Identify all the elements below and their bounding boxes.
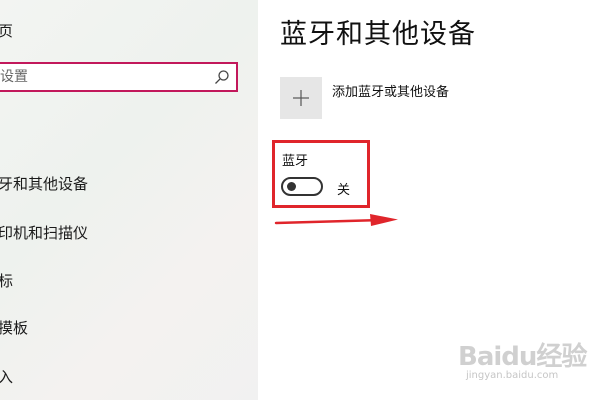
bluetooth-state-label: 关 [337,183,351,198]
red-arrow-annotation [274,214,398,226]
bluetooth-toggle[interactable] [281,177,323,196]
sidebar-item-touchpad[interactable]: 摸板 [0,317,28,338]
add-device-button[interactable]: 添加蓝牙或其他设备 [280,77,449,119]
sidebar-item-input[interactable]: 入 [0,366,13,387]
sidebar-item-bluetooth-devices[interactable]: 牙和其他设备 [0,173,88,194]
sidebar: 页 牙和其他设备 印机和扫描仪 标 摸板 入 [0,0,258,400]
sidebar-home-item[interactable]: 页 [0,20,13,41]
watermark-logo: Baidu经验 [458,342,587,372]
toggle-knob [287,182,296,191]
settings-window: 页 牙和其他设备 印机和扫描仪 标 摸板 入 蓝牙和其他设备 添加蓝牙或其他设备 [0,0,600,400]
watermark: Baidu经验 jingyan.baidu.com [458,336,598,398]
plus-icon [293,90,309,106]
bluetooth-label: 蓝牙 [282,154,309,169]
add-device-label: 添加蓝牙或其他设备 [332,85,450,100]
watermark-url: jingyan.baidu.com [466,370,559,381]
add-tile[interactable] [280,77,322,119]
sidebar-item-mouse[interactable]: 标 [0,270,13,291]
search-input[interactable] [0,67,200,87]
sidebar-item-printers-scanners[interactable]: 印机和扫描仪 [0,222,88,243]
page-title: 蓝牙和其他设备 [280,19,476,50]
search-icon[interactable] [214,69,230,85]
search-box[interactable] [0,62,238,92]
